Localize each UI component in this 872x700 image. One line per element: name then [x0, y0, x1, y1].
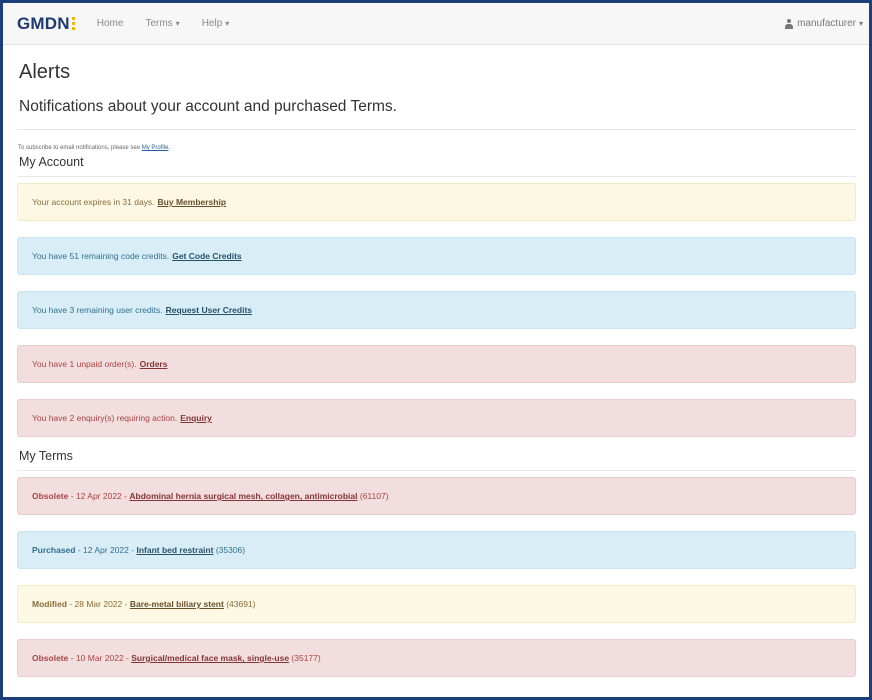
- caret-down-icon: ▾: [225, 19, 230, 28]
- account-alerts: Your account expires in 31 days. Buy Memb…: [17, 183, 856, 437]
- page-subtitle: Notifications about your account and pur…: [19, 98, 397, 115]
- account-alert: You have 2 enquiry(s) requiring action. E…: [17, 399, 856, 437]
- alert-text: You have 51 remaining code credits.: [32, 251, 170, 261]
- alert-action-link[interactable]: Request User Credits: [166, 305, 252, 315]
- subscribe-end: .: [168, 145, 171, 151]
- term-code: (43691): [226, 599, 256, 609]
- my-profile-link[interactable]: My Profile: [142, 145, 169, 151]
- alert-action-link[interactable]: Orders: [140, 359, 168, 369]
- account-alert: You have 1 unpaid order(s). Orders: [17, 345, 856, 383]
- nav-home[interactable]: Home: [97, 18, 124, 29]
- term-code: (35177): [291, 653, 321, 663]
- alert-text: You have 1 unpaid order(s).: [32, 359, 137, 369]
- main-content: Alerts Notifications about your account …: [3, 61, 869, 677]
- caret-down-icon: ▾: [858, 19, 863, 28]
- alert-action-link[interactable]: Buy Membership: [158, 197, 227, 207]
- alert-action-link[interactable]: Get Code Credits: [172, 251, 241, 261]
- term-link[interactable]: Abdominal hernia surgical mesh, collagen…: [129, 491, 357, 501]
- gmdn-logo[interactable]: GMDN: [17, 14, 75, 34]
- subscribe-note: To subscribe to email notifications, ple…: [18, 145, 856, 151]
- term-alert: Modified - 28 Mar 2022 - Bare-metal bili…: [17, 585, 856, 623]
- logo-mark-icon: [71, 17, 75, 30]
- page-title: Alerts: [19, 61, 71, 83]
- user-name: manufacturer: [797, 18, 856, 29]
- alert-text: Your account expires in 31 days.: [32, 197, 155, 207]
- user-icon: [784, 18, 794, 29]
- term-code: (61107): [359, 491, 389, 501]
- nav-terms-label: Terms: [145, 18, 173, 29]
- nav-help-dropdown[interactable]: Help ▾: [202, 18, 230, 29]
- term-date: - 28 Mar 2022 -: [69, 599, 128, 609]
- alert-text: You have 2 enquiry(s) requiring action.: [32, 413, 178, 423]
- divider: [17, 176, 856, 177]
- alert-text: You have 3 remaining user credits.: [32, 305, 163, 315]
- account-alert: You have 3 remaining user credits. Reques…: [17, 291, 856, 329]
- nav-home-label: Home: [96, 18, 124, 29]
- term-alert: Purchased - 12 Apr 2022 - Infant bed res…: [17, 531, 856, 569]
- term-link[interactable]: Surgical/medical face mask, single-use: [131, 653, 289, 663]
- term-link[interactable]: Bare-metal biliary stent: [130, 599, 224, 609]
- term-date: - 10 Mar 2022 -: [70, 653, 129, 663]
- account-alert: Your account expires in 31 days. Buy Memb…: [17, 183, 856, 221]
- app-window: GMDN Home Terms ▾ Help ▾ manufacturer ▾ Al…: [0, 0, 872, 700]
- term-date: - 12 Apr 2022 -: [77, 545, 135, 555]
- alert-action-link[interactable]: Enquiry: [180, 413, 212, 423]
- divider: [17, 470, 856, 471]
- nav-help-label: Help: [201, 18, 223, 29]
- caret-down-icon: ▾: [175, 19, 180, 28]
- term-alert: Obsolete - 10 Mar 2022 - Surgical/medica…: [17, 639, 856, 677]
- my-terms-heading: My Terms: [19, 449, 73, 463]
- term-alert: Obsolete - 12 Apr 2022 - Abdominal herni…: [17, 477, 856, 515]
- term-status: Modified: [32, 599, 67, 609]
- divider: [17, 129, 856, 130]
- term-link[interactable]: Infant bed restraint: [136, 545, 213, 555]
- my-account-heading: My Account: [19, 155, 84, 169]
- term-status: Obsolete: [32, 653, 69, 663]
- account-alert: You have 51 remaining code credits. Get C…: [17, 237, 856, 275]
- nav-terms-dropdown[interactable]: Terms ▾: [145, 18, 179, 29]
- top-navbar: GMDN Home Terms ▾ Help ▾ manufacturer ▾: [3, 3, 869, 45]
- logo-text: GMDN: [17, 13, 70, 33]
- term-status: Purchased: [32, 545, 76, 555]
- term-code: (35306): [215, 545, 246, 555]
- subscribe-text: To subscribe to email notifications, ple…: [18, 145, 141, 151]
- term-status: Obsolete: [32, 491, 69, 501]
- term-date: - 12 Apr 2022 -: [70, 491, 127, 501]
- user-menu[interactable]: manufacturer ▾: [784, 18, 863, 29]
- term-alerts: Obsolete - 12 Apr 2022 - Abdominal herni…: [17, 477, 856, 677]
